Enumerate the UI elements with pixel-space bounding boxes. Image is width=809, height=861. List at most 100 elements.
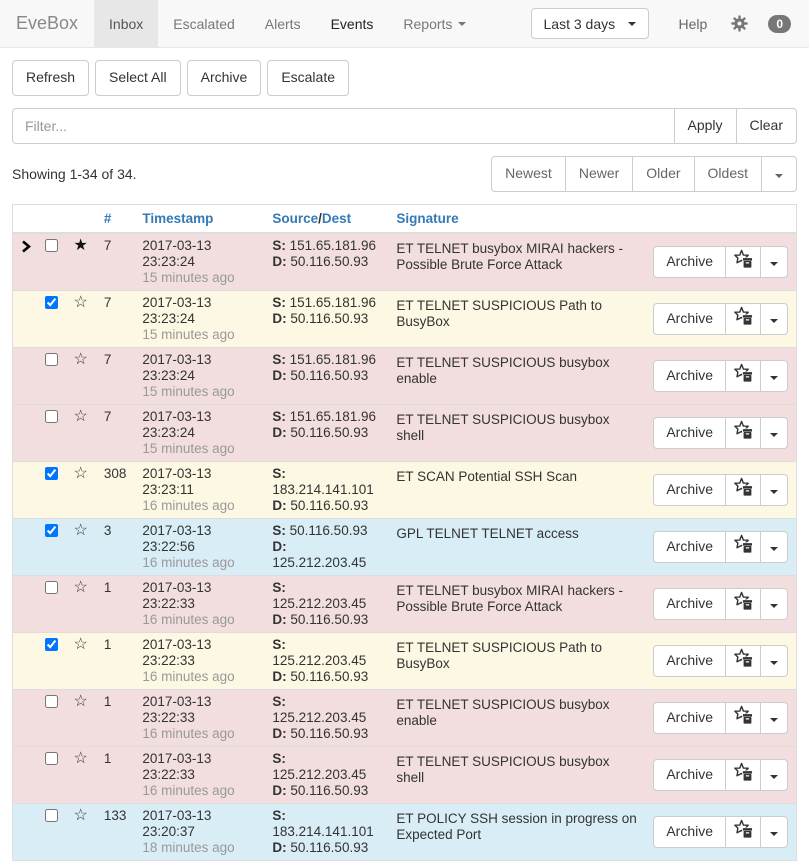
archive-row-button[interactable]: Archive [653,303,726,335]
archive-row-button[interactable]: Archive [653,588,726,620]
star-icon[interactable]: ☆ [74,408,88,425]
filter-input[interactable] [12,108,675,144]
nav-item-inbox[interactable]: Inbox [94,0,158,47]
row-actions-dropdown[interactable] [760,816,788,848]
row-actions-dropdown[interactable] [760,588,788,620]
archive-button[interactable]: Archive [187,60,262,96]
star-icon[interactable]: ☆ [74,807,88,824]
archive-row-button[interactable]: Archive [653,474,726,506]
event-row[interactable]: ☆ 1 2017-03-13 23:22:33 16 minutes ago S… [13,575,797,632]
row-select-checkbox[interactable] [45,809,58,822]
star-icon[interactable]: ☆ [74,693,88,710]
row-select-checkbox[interactable] [45,695,58,708]
star-icon[interactable]: ☆ [74,522,88,539]
escalate-archive-button[interactable] [725,531,761,563]
row-select-checkbox[interactable] [45,752,58,765]
event-row[interactable]: ☆ 1 2017-03-13 23:22:33 16 minutes ago S… [13,632,797,689]
row-actions-dropdown[interactable] [760,474,788,506]
row-actions-dropdown[interactable] [760,702,788,734]
filter-apply-button[interactable]: Apply [674,108,737,144]
event-row[interactable]: ☆ 7 2017-03-13 23:23:24 15 minutes ago S… [13,347,797,404]
star-icon[interactable]: ☆ [74,750,88,767]
time-range-select[interactable]: Last 3 days [531,8,649,39]
row-select-checkbox[interactable] [45,524,58,537]
row-actions-dropdown[interactable] [760,531,788,563]
event-row[interactable]: ☆ 133 2017-03-13 23:20:37 18 minutes ago… [13,803,797,860]
header-source-dest[interactable]: Source/Dest [264,204,388,233]
event-relative-time: 15 minutes ago [142,327,256,343]
nav-item-reports[interactable]: Reports [388,0,481,47]
escalate-archive-button[interactable] [725,474,761,506]
row-select-checkbox[interactable] [45,296,58,309]
header-count[interactable]: # [96,204,135,233]
sort-oldest-button[interactable]: Oldest [694,156,762,192]
archive-row-button[interactable]: Archive [653,531,726,563]
row-select-checkbox[interactable] [45,467,58,480]
nav-item-alerts[interactable]: Alerts [250,0,316,47]
nav-item-events[interactable]: Events [316,0,389,47]
escalate-archive-button[interactable] [725,303,761,335]
row-actions-dropdown[interactable] [760,645,788,677]
star-icon[interactable]: ☆ [74,465,88,482]
star-icon[interactable]: ☆ [74,579,88,596]
escalate-archive-button[interactable] [725,588,761,620]
header-signature[interactable]: Signature [388,204,645,233]
header-timestamp[interactable]: Timestamp [134,204,264,233]
escalate-archive-button[interactable] [725,417,761,449]
help-link[interactable]: Help [679,16,708,32]
row-select-checkbox[interactable] [45,239,58,252]
row-actions-dropdown[interactable] [760,303,788,335]
escalate-archive-button[interactable] [725,360,761,392]
settings-button[interactable] [731,15,748,32]
event-signature: ET TELNET SUSPICIOUS Path to BusyBox [388,290,645,347]
escalate-archive-button[interactable] [725,759,761,791]
event-row[interactable]: ☆ 1 2017-03-13 23:22:33 16 minutes ago S… [13,689,797,746]
row-select-checkbox[interactable] [45,581,58,594]
event-row[interactable]: ☆ 308 2017-03-13 23:23:11 16 minutes ago… [13,461,797,518]
sort-newest-button[interactable]: Newest [491,156,566,192]
star-icon[interactable]: ☆ [74,636,88,653]
row-action-group: Archive [653,303,788,335]
archive-row-button[interactable]: Archive [653,246,726,278]
row-actions-dropdown[interactable] [760,360,788,392]
dest-prefix: D: [272,368,286,383]
archive-row-button[interactable]: Archive [653,417,726,449]
sort-newer-button[interactable]: Newer [565,156,633,192]
star-icon[interactable]: ★ [74,237,88,254]
escalate-archive-button[interactable] [725,816,761,848]
archive-row-button[interactable]: Archive [653,360,726,392]
star-icon[interactable]: ☆ [74,294,88,311]
sort-more-dropdown[interactable] [761,156,797,192]
row-actions-dropdown[interactable] [760,246,788,278]
archive-row-button[interactable]: Archive [653,645,726,677]
row-actions-dropdown[interactable] [760,417,788,449]
escalate-button[interactable]: Escalate [267,60,349,96]
escalate-archive-button[interactable] [725,645,761,677]
row-select-checkbox[interactable] [45,638,58,651]
archive-row-button[interactable]: Archive [653,816,726,848]
escalate-archive-button[interactable] [725,246,761,278]
row-select-checkbox[interactable] [45,410,58,423]
event-row[interactable]: ☆ 7 2017-03-13 23:23:24 15 minutes ago S… [13,404,797,461]
sort-older-button[interactable]: Older [632,156,694,192]
event-row[interactable]: ☆ 3 2017-03-13 23:22:56 16 minutes ago S… [13,518,797,575]
archive-row-button[interactable]: Archive [653,702,726,734]
event-table: # Timestamp Source/Dest Signature ★ 7 20… [12,204,797,861]
row-actions-dropdown[interactable] [760,759,788,791]
navbar: EveBox InboxEscalatedAlertsEventsReports… [0,0,809,48]
row-select-checkbox[interactable] [45,353,58,366]
event-row[interactable]: ☆ 1 2017-03-13 23:22:33 16 minutes ago S… [13,746,797,803]
select-all-button[interactable]: Select All [95,60,181,96]
event-row[interactable]: ★ 7 2017-03-13 23:23:24 15 minutes ago S… [13,233,797,291]
escalate-archive-icon [733,648,753,668]
filter-clear-button[interactable]: Clear [736,108,797,144]
app-brand[interactable]: EveBox [0,0,94,47]
escalate-archive-button[interactable] [725,702,761,734]
refresh-button[interactable]: Refresh [12,60,89,96]
star-icon[interactable]: ☆ [74,351,88,368]
nav-item-escalated[interactable]: Escalated [158,0,249,47]
event-row[interactable]: ☆ 7 2017-03-13 23:23:24 15 minutes ago S… [13,290,797,347]
event-count: 1 [96,689,135,746]
archive-row-button[interactable]: Archive [653,759,726,791]
filter-bar: Apply Clear [12,108,797,144]
